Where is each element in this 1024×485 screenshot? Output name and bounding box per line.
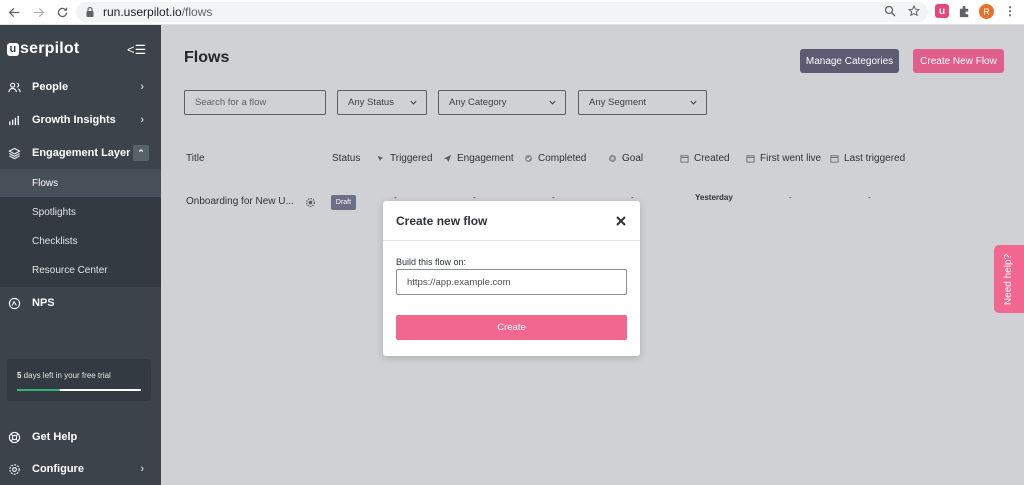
- chevron-right-icon: ›: [140, 81, 144, 93]
- status-badge: Draft: [331, 195, 356, 210]
- browser-menu-icon[interactable]: ⋮: [1004, 4, 1016, 18]
- modal-header: Create new flow: [383, 201, 640, 241]
- sidebar-subitem-resource-center[interactable]: Resource Center: [0, 256, 161, 284]
- calendar-icon: [830, 155, 839, 163]
- build-on-label: Build this flow on:: [396, 257, 467, 267]
- column-header-triggered[interactable]: Triggered: [376, 153, 432, 164]
- create-button[interactable]: Create: [396, 315, 627, 340]
- create-new-flow-button[interactable]: Create New Flow: [913, 49, 1004, 73]
- column-header-last-triggered[interactable]: Last triggered: [830, 153, 905, 164]
- column-header-created[interactable]: Created: [680, 153, 730, 164]
- sidebar-subitem-spotlights[interactable]: Spotlights: [0, 198, 161, 226]
- sidebar-subitem-flows[interactable]: Flows: [0, 169, 161, 197]
- sidebar-item-label: Get Help: [32, 431, 78, 443]
- column-header-completed[interactable]: Completed: [524, 153, 586, 164]
- close-icon[interactable]: [615, 215, 627, 227]
- first-went-live-cell: -: [789, 193, 792, 202]
- logo-mark: u: [7, 42, 19, 56]
- trial-progress-bar: [17, 389, 141, 391]
- url-text: run.userpilot.io/flows: [103, 5, 213, 19]
- calendar-icon: [746, 155, 755, 163]
- extensions-icon[interactable]: [957, 4, 971, 18]
- created-cell: Yesterday: [695, 193, 733, 202]
- need-help-tab[interactable]: Need help?: [994, 245, 1024, 313]
- layers-icon: [7, 146, 21, 160]
- target-icon: [608, 154, 617, 163]
- modal-title: Create new flow: [396, 214, 488, 228]
- page-title: Flows: [184, 49, 230, 66]
- category-filter-value: Any Category: [449, 97, 507, 108]
- sidebar-item-people[interactable]: People ›: [0, 73, 161, 101]
- send-icon: [443, 154, 452, 163]
- sidebar-item-label: Growth Insights: [32, 114, 116, 126]
- calendar-icon: [680, 155, 689, 163]
- check-circle-icon: [524, 154, 533, 163]
- forward-icon[interactable]: [28, 2, 48, 22]
- free-trial-card: 5 days left in your free trial: [7, 359, 151, 401]
- gear-icon[interactable]: [305, 197, 316, 208]
- reload-icon[interactable]: [52, 2, 72, 22]
- zoom-icon[interactable]: [884, 5, 896, 17]
- chevron-down-icon: [549, 100, 556, 105]
- sidebar-item-label: NPS: [32, 297, 55, 309]
- chevron-down-icon: [410, 100, 417, 105]
- address-bar[interactable]: run.userpilot.io/flows: [76, 2, 928, 22]
- engagement-submenu: Flows Spotlights Checklists Resource Cen…: [0, 169, 161, 287]
- status-filter-value: Any Status: [348, 97, 394, 108]
- gear-icon: [7, 462, 21, 476]
- lock-icon: [86, 6, 94, 17]
- sidebar: u serpilot <☰ People › Growth Insights › …: [0, 25, 161, 485]
- lifebuoy-icon: [7, 430, 21, 444]
- category-filter-select[interactable]: Any Category: [438, 90, 566, 115]
- column-header-status[interactable]: Status: [332, 153, 360, 164]
- last-triggered-cell: -: [868, 193, 871, 202]
- userpilot-logo[interactable]: u serpilot: [7, 40, 79, 58]
- column-header-first-went-live[interactable]: First went live: [746, 153, 821, 164]
- sidebar-item-label: Engagement Layer: [32, 147, 131, 159]
- logo-text: serpilot: [20, 40, 80, 57]
- segment-filter-value: Any Segment: [589, 97, 647, 108]
- sidebar-item-label: People: [32, 81, 69, 93]
- browser-toolbar: run.userpilot.io/flows u R ⋮: [0, 0, 1024, 25]
- column-header-title[interactable]: Title: [186, 153, 205, 164]
- create-flow-modal: Create new flow Build this flow on: Crea…: [383, 201, 640, 356]
- trial-progress-fill: [17, 389, 61, 391]
- sidebar-item-label: Configure: [32, 463, 84, 475]
- chevron-right-icon: ›: [140, 463, 144, 475]
- need-help-label: Need help?: [1003, 253, 1015, 305]
- sidebar-item-get-help[interactable]: Get Help: [0, 423, 161, 451]
- chevron-right-icon: ›: [140, 114, 144, 126]
- status-filter-select[interactable]: Any Status: [337, 90, 427, 115]
- flow-title-link[interactable]: Onboarding for New U...: [186, 196, 294, 207]
- collapse-sidebar-icon[interactable]: <☰: [127, 42, 146, 58]
- sidebar-item-configure[interactable]: Configure ›: [0, 455, 161, 483]
- profile-avatar[interactable]: R: [979, 4, 994, 19]
- flow-url-input[interactable]: [396, 269, 627, 295]
- search-input[interactable]: Search for a flow: [184, 90, 326, 115]
- segment-filter-select[interactable]: Any Segment: [578, 90, 707, 115]
- bookmark-star-icon[interactable]: [908, 5, 920, 17]
- manage-categories-button[interactable]: Manage Categories: [800, 49, 899, 73]
- nps-icon: [7, 296, 21, 310]
- sidebar-item-nps[interactable]: NPS: [0, 289, 161, 317]
- sidebar-item-engagement-layer[interactable]: Engagement Layer ⌃: [0, 139, 161, 167]
- trial-text: 5 days left in your free trial: [17, 371, 111, 380]
- sidebar-subitem-checklists[interactable]: Checklists: [0, 227, 161, 255]
- chevron-down-icon: [690, 100, 697, 105]
- bar-chart-icon: [7, 113, 21, 127]
- column-header-goal[interactable]: Goal: [608, 153, 643, 164]
- chevron-up-icon[interactable]: ⌃: [133, 145, 149, 161]
- cursor-icon: [377, 155, 384, 162]
- sidebar-item-growth-insights[interactable]: Growth Insights ›: [0, 106, 161, 134]
- column-header-engagement[interactable]: Engagement: [443, 153, 514, 164]
- back-icon[interactable]: [4, 2, 24, 22]
- userpilot-extension-icon[interactable]: u: [935, 4, 949, 18]
- people-icon: [7, 80, 21, 94]
